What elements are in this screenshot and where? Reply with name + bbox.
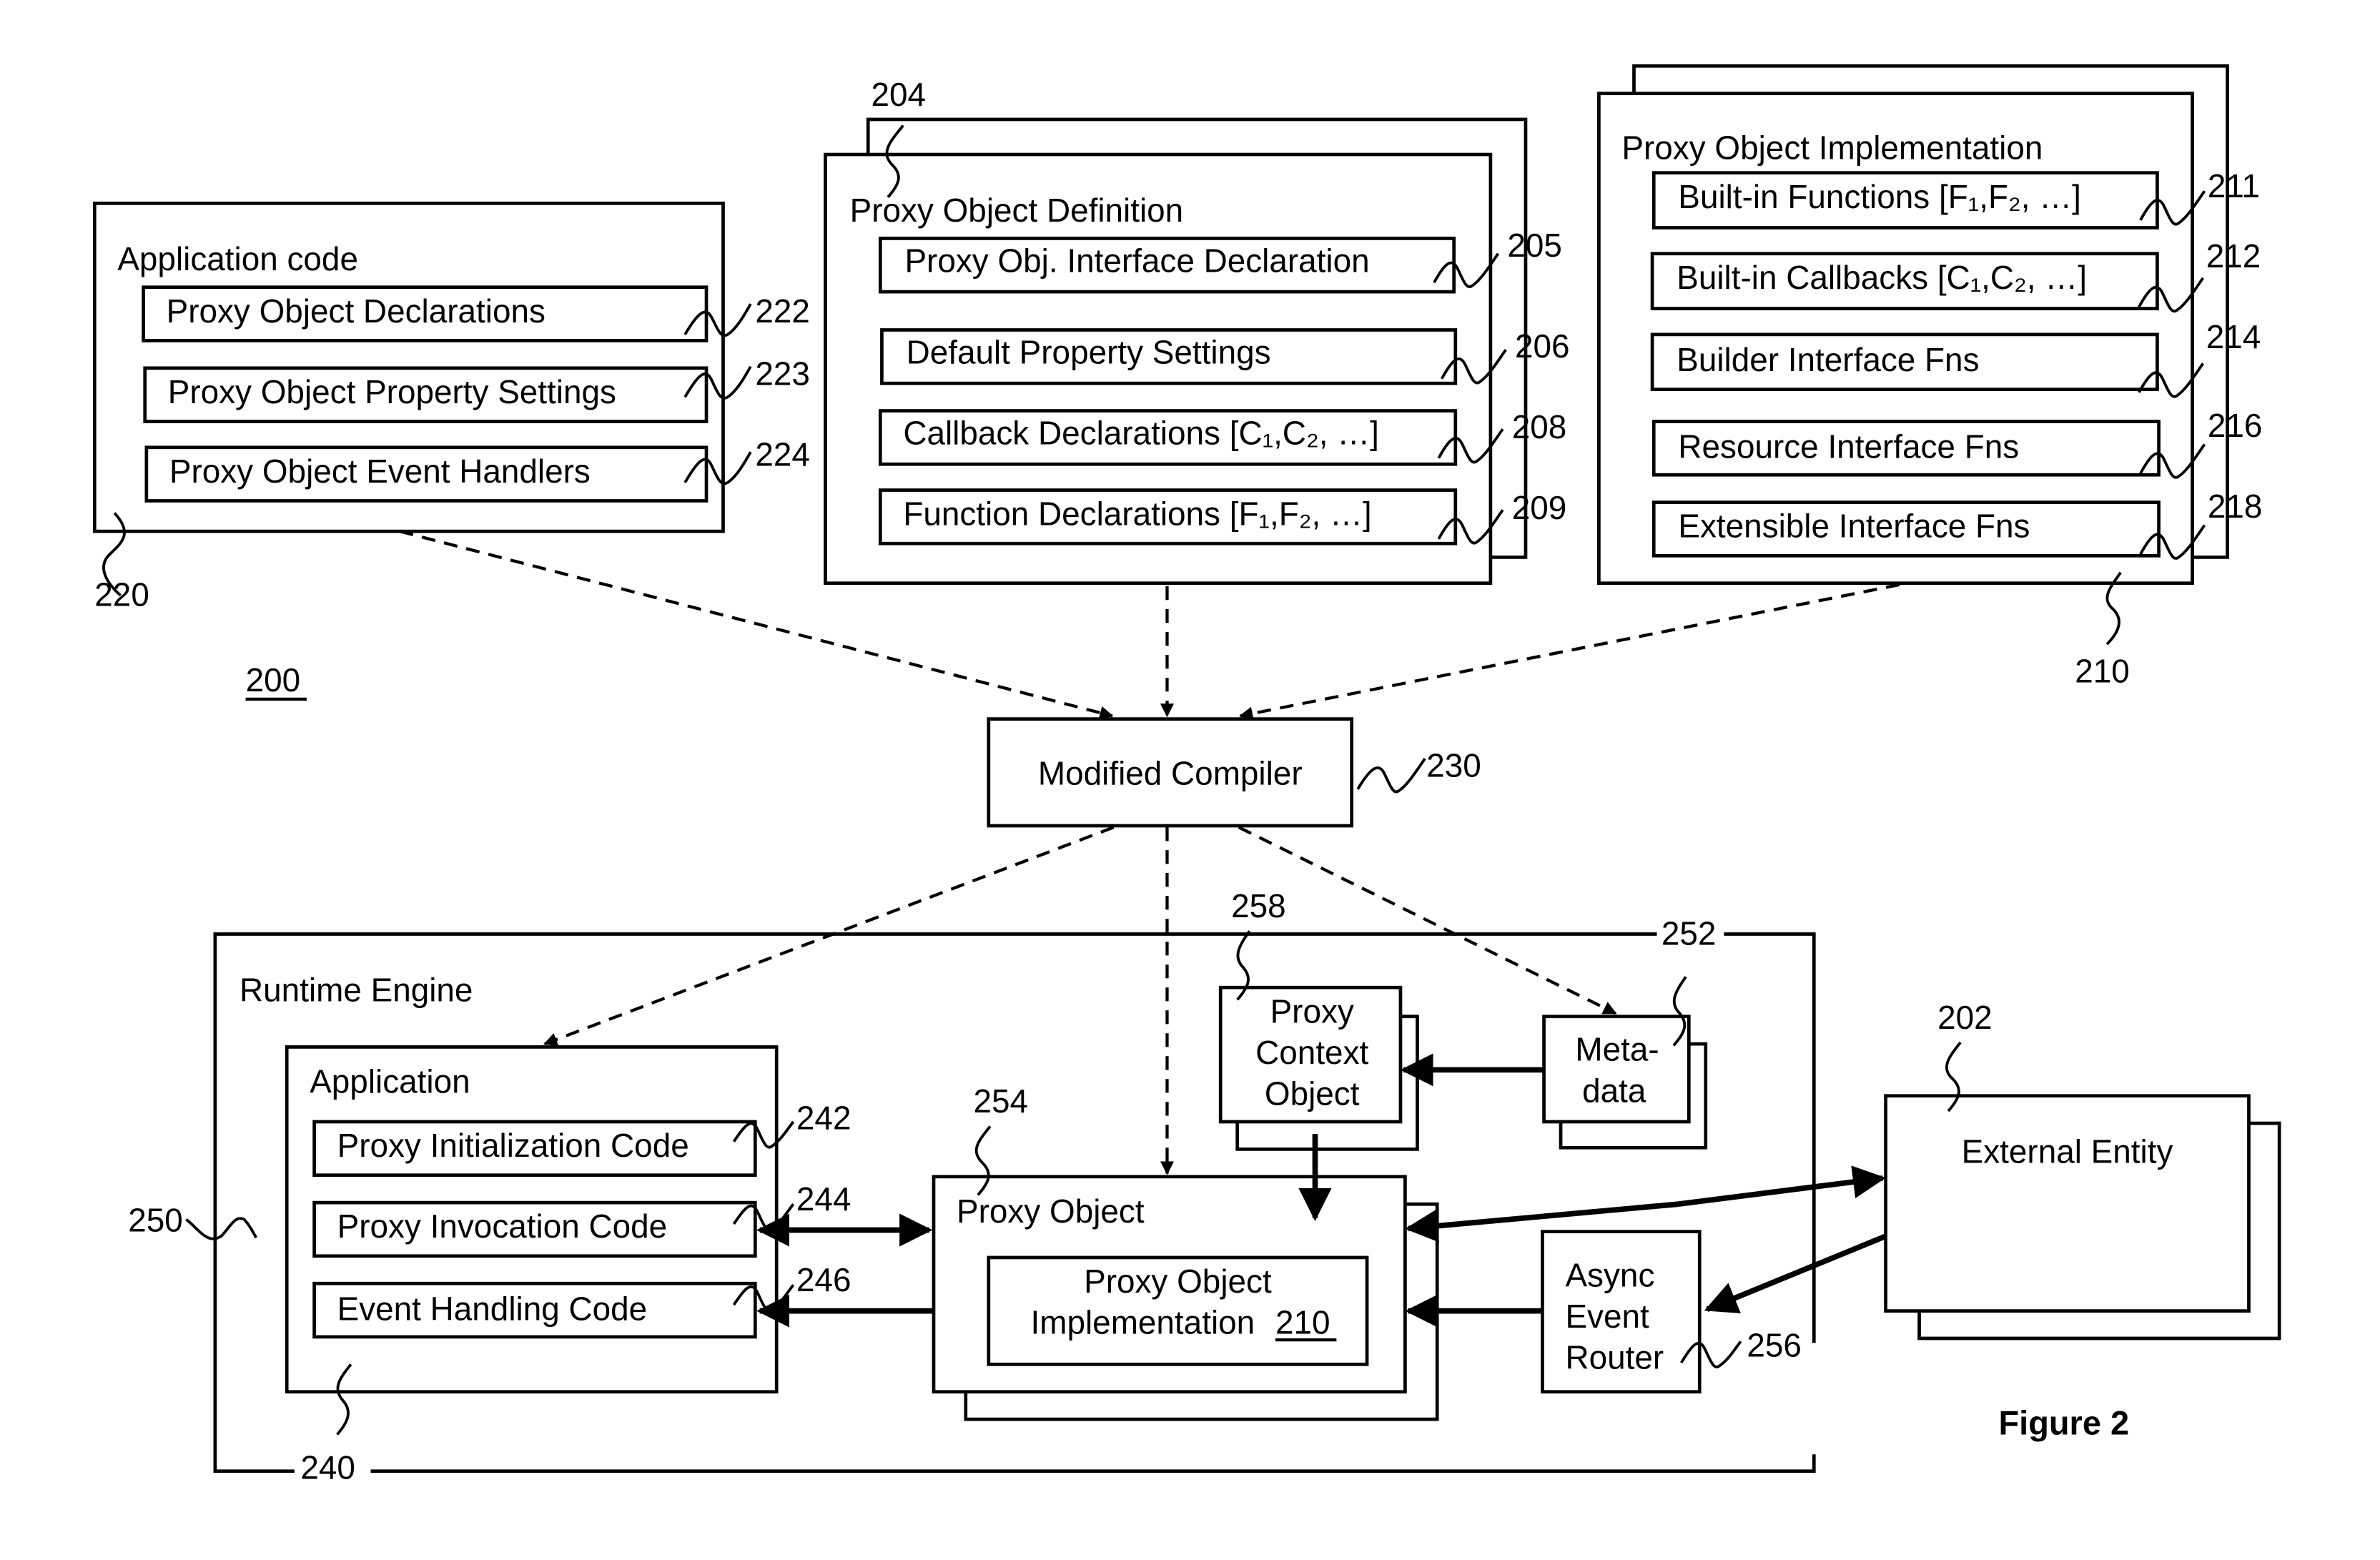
figure-caption: Figure 2 [1999,1404,2130,1441]
ref-246: 246 [796,1261,851,1298]
ref-254: 254 [973,1082,1028,1120]
proxy-object-definition-title: Proxy Object Definition [850,192,1184,229]
ref-208: 208 [1512,408,1567,445]
arrow-external-to-router [1704,1233,1887,1314]
modified-compiler-label: Modified Compiler [1038,754,1303,791]
arrow-compiler-to-metadata [1238,826,1617,1015]
proxy-object-implementation-inner-line2: Implementation [1031,1304,1255,1341]
interface-declaration-label: Proxy Obj. Interface Declaration [904,242,1369,279]
proxy-object-implementation-inner-line1: Proxy Object [1084,1263,1272,1300]
builder-interface-label: Builder Interface Fns [1677,341,1979,378]
arrow-implementation-to-compiler [1239,583,1900,721]
router-line3: Router [1565,1339,1664,1376]
proxy-object-implementation-title: Proxy Object Implementation [1621,129,2043,166]
proxy-object-implementation-block: Proxy Object Implementation Built-in Fun… [1597,64,2263,689]
ref-223: 223 [755,355,810,392]
runtime-engine-title: Runtime Engine [240,971,473,1008]
runtime-engine-block: Runtime Engine 250 240 Application Proxy… [128,887,1816,1486]
arrow-proxy-to-external [1677,1165,1886,1208]
arrow-external-to-proxy-part [1405,1201,1679,1243]
ref-210: 210 [2075,652,2130,689]
extensible-interface-label: Extensible Interface Fns [1678,508,2030,545]
proxy-object-title: Proxy Object [957,1193,1145,1230]
built-in-functions-label: Built-in Functions [F₁,F₂, …] [1678,178,2081,215]
router-line1: Async [1565,1256,1654,1293]
modified-compiler-block: Modified Compiler 230 [987,717,1481,828]
context-object-line1: Proxy [1270,992,1354,1030]
ref-204: 204 [871,76,926,113]
ref-214: 214 [2206,318,2261,355]
ref-218: 218 [2208,488,2263,525]
external-entity-block: External Entity 202 [1884,999,2281,1341]
ref-206: 206 [1515,327,1570,365]
built-in-callbacks-label: Built-in Callbacks [C₁,C₂, …] [1677,259,2087,296]
ref-leader-250 [185,1217,258,1240]
callback-declarations-label: Callback Declarations [C₁,C₂, …] [903,415,1379,452]
ref-216: 216 [2208,407,2263,444]
application-code-title: Application code [117,240,358,277]
ref-224: 224 [755,435,810,473]
ref-240: 240 [300,1448,355,1486]
ref-250: 250 [128,1202,183,1239]
default-property-settings-label: Default Property Settings [907,333,1271,370]
proxy-initialization-code-label: Proxy Initialization Code [337,1127,689,1164]
ref-220: 220 [94,576,149,613]
external-entity-box [1884,1094,2251,1313]
router-line2: Event [1565,1298,1649,1335]
ref-256: 256 [1747,1327,1802,1364]
metadata-line2: data [1582,1072,1646,1109]
proxy-object-declarations-label: Proxy Object Declarations [167,292,545,330]
figure-ref-200: 200 [246,661,301,698]
proxy-object-property-settings-label: Proxy Object Property Settings [168,373,616,410]
application-code-block: Application code Proxy Object Declaratio… [92,202,810,613]
ref-leader-230 [1356,758,1426,794]
proxy-object-definition-block: 204 Proxy Object Definition Proxy Obj. I… [824,76,1570,586]
patent-diagram: Application code Proxy Object Declaratio… [92,64,2281,1486]
ref-242: 242 [796,1100,851,1137]
context-object-line2: Context [1255,1034,1368,1071]
ref-230: 230 [1426,747,1481,784]
runtime-application-title: Application [310,1062,470,1100]
proxy-invocation-code-label: Proxy Invocation Code [337,1208,668,1245]
metadata-line1: Meta- [1575,1031,1659,1068]
context-object-line3: Object [1265,1075,1360,1112]
ref-211: 211 [2208,167,2260,204]
ref-258: 258 [1231,887,1286,924]
proxy-object-event-handlers-label: Proxy Object Event Handlers [169,453,591,490]
ref-212: 212 [2206,237,2261,275]
proxy-object-implementation-inner-ref: 210 [1275,1304,1330,1341]
ref-202: 202 [1937,999,1993,1036]
ref-205: 205 [1507,227,1562,264]
function-declarations-label: Function Declarations [F₁,F₂, …] [903,495,1371,533]
ref-244: 244 [796,1180,851,1218]
event-handling-code-label: Event Handling Code [337,1290,648,1327]
ref-252: 252 [1661,914,1717,952]
ref-222: 222 [755,292,810,330]
ref-209: 209 [1512,489,1567,526]
external-entity-label: External Entity [1962,1133,2173,1170]
resource-interface-label: Resource Interface Fns [1678,428,2019,465]
